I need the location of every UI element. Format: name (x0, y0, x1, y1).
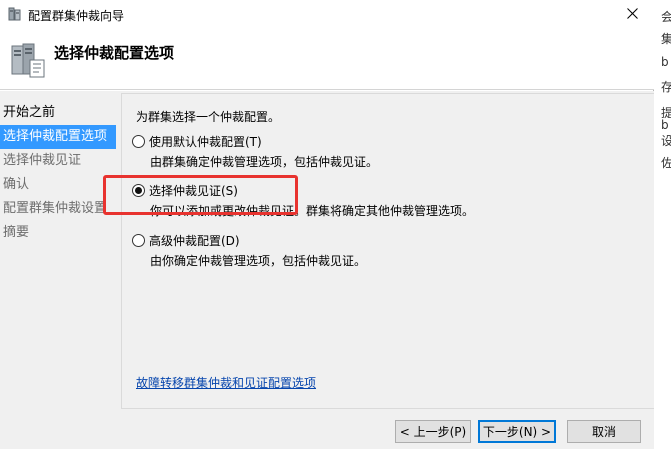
option-select-witness[interactable]: 选择仲裁见证(S) 你可以添加或更改仲裁见证。群集将确定其他仲裁管理选项。 (132, 181, 474, 219)
step-configure-quorum-settings: 配置群集仲裁设置 (3, 201, 108, 216)
background-text: 设 (661, 134, 671, 148)
radio-advanced-quorum[interactable] (132, 233, 145, 247)
wizard-steps: 开始之前 选择仲裁配置选项 选择仲裁见证 确认 配置群集仲裁设置 摘要 (0, 101, 118, 245)
cluster-servers-icon (8, 42, 48, 80)
background-text: b (661, 118, 669, 132)
wizard-header: 选择仲裁配置选项 (0, 30, 654, 90)
step-confirm: 确认 (3, 177, 30, 192)
cluster-icon (8, 7, 22, 22)
window-title: 配置群集仲裁向导 (28, 9, 125, 23)
option-label[interactable]: 高级仲裁配置(D) (149, 232, 240, 249)
options-panel: 为群集选择一个仲裁配置。 使用默认仲裁配置(T) 由群集确定仲裁管理选项，包括仲… (121, 93, 654, 409)
close-icon (626, 8, 638, 22)
next-button[interactable]: 下一步(N) > (478, 420, 556, 443)
option-advanced-quorum[interactable]: 高级仲裁配置(D) 由你确定仲裁管理选项，包括仲裁见证。 (132, 231, 366, 269)
step-select-quorum-witness: 选择仲裁见证 (3, 153, 82, 168)
back-button[interactable]: < 上一步(P) (395, 420, 471, 443)
background-window-strip: 会 集 b 存 提 b 设 佐 (655, 0, 671, 449)
background-text: 集 (661, 32, 671, 46)
option-description: 你可以添加或更改仲裁见证。群集将确定其他仲裁管理选项。 (150, 204, 475, 218)
option-default-quorum[interactable]: 使用默认仲裁配置(T) 由群集确定仲裁管理选项，包括仲裁见证。 (132, 132, 378, 170)
close-button[interactable] (610, 0, 654, 30)
background-text: b (661, 55, 669, 69)
background-text: 存 (661, 80, 671, 94)
wizard-window: 配置群集仲裁向导 选择仲裁配置选项 开始之前 选择仲裁配置选项 选择仲裁见证 确… (0, 0, 654, 449)
radio-default-quorum[interactable] (132, 134, 145, 148)
quorum-help-link[interactable]: 故障转移群集仲裁和见证配置选项 (136, 374, 316, 391)
page-title: 选择仲裁配置选项 (54, 44, 175, 62)
options-prompt: 为群集选择一个仲裁配置。 (136, 110, 281, 124)
wizard-body: 开始之前 选择仲裁配置选项 选择仲裁见证 确认 配置群集仲裁设置 摘要 为群集选… (0, 91, 654, 449)
radio-select-witness[interactable] (132, 183, 145, 197)
option-label[interactable]: 选择仲裁见证(S) (149, 182, 238, 199)
background-text: 会 (661, 10, 671, 24)
option-description: 由群集确定仲裁管理选项，包括仲裁见证。 (150, 155, 379, 169)
step-before-you-begin[interactable]: 开始之前 (0, 101, 118, 125)
title-bar: 配置群集仲裁向导 (0, 0, 654, 30)
cancel-button[interactable]: 取消 (567, 420, 641, 443)
option-label[interactable]: 使用默认仲裁配置(T) (149, 133, 262, 150)
option-description: 由你确定仲裁管理选项，包括仲裁见证。 (150, 254, 367, 268)
step-select-quorum-option[interactable]: 选择仲裁配置选项 (0, 125, 116, 149)
background-text: 佐 (661, 156, 671, 170)
step-summary: 摘要 (3, 225, 30, 240)
